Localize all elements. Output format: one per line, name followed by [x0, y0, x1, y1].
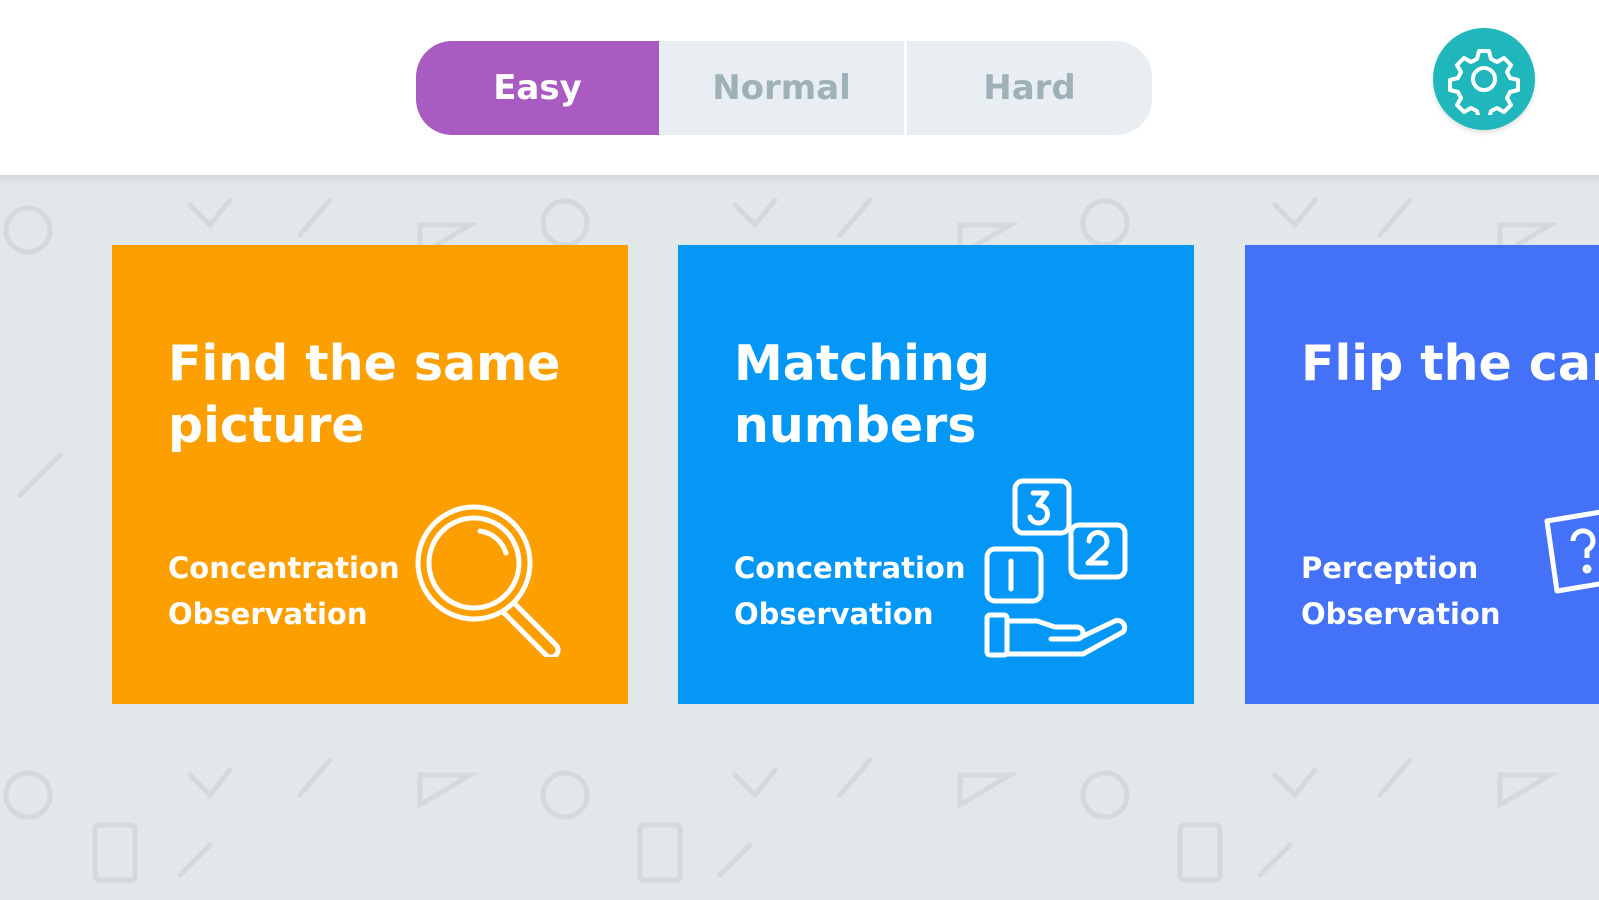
game-card-matching-numbers[interactable]: Matching numbers Concentration Observati…: [678, 245, 1194, 704]
number-blocks-hand-icon: [984, 478, 1128, 658]
skill-label: Concentration: [168, 551, 400, 585]
skill-label: Observation: [734, 597, 934, 631]
top-bar: Easy Normal Hard: [0, 0, 1599, 175]
skill-label: Observation: [168, 597, 368, 631]
game-card-flip-the-card[interactable]: Flip the card Perception Observation: [1245, 245, 1599, 704]
game-title: Find the same picture: [168, 335, 561, 454]
game-menu-screen: Easy Normal Hard Find the same picture C…: [0, 0, 1599, 900]
skill-label: Perception: [1301, 551, 1479, 585]
skill-label: Observation: [1301, 597, 1501, 631]
settings-button[interactable]: [1433, 28, 1535, 130]
game-skills: Perception Observation: [1301, 545, 1501, 637]
skill-label: Concentration: [734, 551, 966, 585]
difficulty-normal-button[interactable]: Normal: [659, 41, 907, 135]
game-skills: Concentration Observation: [734, 545, 965, 637]
difficulty-hard-button[interactable]: Hard: [907, 41, 1152, 135]
difficulty-selector: Easy Normal Hard: [416, 41, 1152, 135]
difficulty-easy-button[interactable]: Easy: [416, 41, 659, 135]
game-title: Matching numbers: [734, 335, 990, 454]
game-skills: Concentration Observation: [168, 545, 399, 637]
game-title: Flip the card: [1301, 335, 1599, 392]
game-board: Find the same picture Concentration Obse…: [0, 175, 1599, 900]
gear-icon: [1448, 49, 1520, 115]
game-card-find-same-picture[interactable]: Find the same picture Concentration Obse…: [112, 245, 628, 704]
question-card-icon: [1544, 509, 1599, 594]
magnifier-icon: [415, 504, 561, 657]
